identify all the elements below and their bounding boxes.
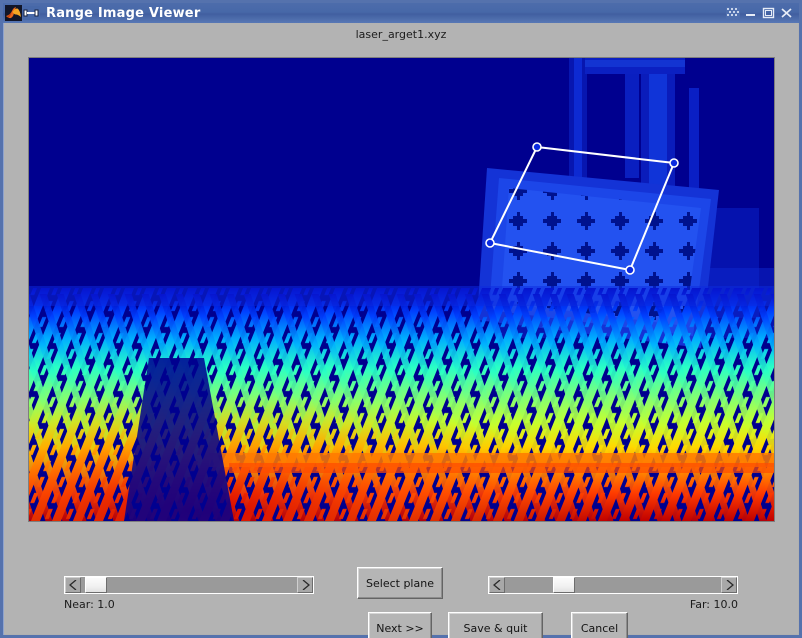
near-slider-right-arrow-icon[interactable] [297,577,313,593]
far-slider-track[interactable] [505,577,721,593]
close-button[interactable] [779,6,794,20]
far-clip-slider[interactable] [488,576,738,594]
save-and-quit-button[interactable]: Save & quit [448,612,543,638]
figure-caption: laser_arget1.xyz [355,28,447,41]
far-slider-thumb[interactable] [553,577,575,593]
window-title: Range Image Viewer [46,5,201,21]
cancel-button[interactable]: Cancel [571,612,628,638]
client-area: laser_arget1.xyz Near: 1.0 Far: 10.0 Sel… [4,23,798,638]
ground-plane [29,286,774,521]
polygon-vertex-handle[interactable] [625,265,635,275]
range-image-svg [29,58,774,521]
near-slider-label: Near: 1.0 [64,598,115,611]
range-image-canvas[interactable] [29,58,774,521]
near-slider-thumb[interactable] [85,577,107,593]
far-slider-right-arrow-icon[interactable] [721,577,737,593]
window-pin-icon[interactable] [23,6,40,20]
shade-window-button[interactable] [726,7,740,19]
polygon-vertex-handle[interactable] [669,158,679,168]
select-plane-button[interactable]: Select plane [357,567,443,599]
maximize-button[interactable] [761,6,776,20]
near-slider-left-arrow-icon[interactable] [65,577,81,593]
polygon-vertex-handle[interactable] [532,142,542,152]
near-slider-track[interactable] [81,577,297,593]
near-clip-slider[interactable] [64,576,314,594]
polygon-vertex-handle[interactable] [485,238,495,248]
title-bar-icons [5,5,40,21]
next-button[interactable]: Next >> [368,612,432,638]
far-slider-label: Far: 10.0 [689,598,738,611]
title-bar[interactable]: Range Image Viewer [3,3,799,23]
matlab-membrane-icon [5,5,22,21]
far-slider-left-arrow-icon[interactable] [489,577,505,593]
window-buttons [726,6,794,20]
application-window: Range Image Viewer laser_arget1.xyz Near… [0,0,802,638]
minimize-button[interactable] [743,6,758,20]
